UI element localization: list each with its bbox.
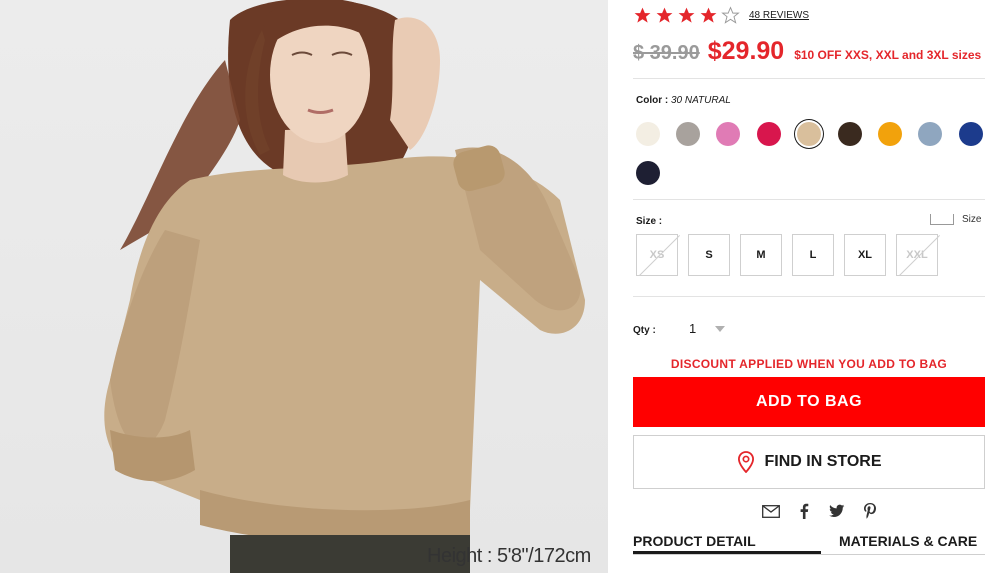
divider — [633, 296, 985, 297]
selected-color-value: 30 NATURAL — [671, 95, 731, 106]
share-icons — [761, 502, 893, 520]
product-info-panel: 48 REVIEWS $ 39.90 $29.90 $10 OFF XXS, X… — [633, 0, 985, 573]
size-option-xs[interactable]: XS — [636, 234, 678, 276]
price-row: $ 39.90 $29.90 $10 OFF XXS, XXL and 3XL … — [633, 37, 985, 66]
twitter-icon[interactable] — [827, 502, 847, 520]
tab-materials-care[interactable]: MATERIALS & CARE — [839, 533, 977, 549]
size-option-xxl[interactable]: XXL — [896, 234, 938, 276]
pinterest-icon[interactable] — [860, 502, 880, 520]
original-price: $ 39.90 — [633, 42, 700, 64]
email-icon[interactable] — [761, 502, 781, 520]
swatch-gray[interactable] — [676, 122, 700, 146]
star-filled-icon — [655, 6, 674, 25]
swatch-red[interactable] — [757, 122, 781, 146]
size-label: Size : — [636, 216, 663, 227]
star-filled-icon — [633, 6, 652, 25]
product-tabs: PRODUCT DETAIL MATERIALS & CARE — [633, 533, 985, 555]
divider — [633, 78, 985, 79]
divider — [633, 199, 985, 200]
location-pin-icon — [738, 451, 755, 473]
swatch-pink[interactable] — [716, 122, 740, 146]
model-height-caption: Height : 5'8"/172cm — [427, 545, 591, 567]
discount-note: DISCOUNT APPLIED WHEN YOU ADD TO BAG — [670, 357, 948, 371]
chevron-down-icon[interactable] — [715, 326, 725, 332]
size-option-xl[interactable]: XL — [844, 234, 886, 276]
color-label: Color : 30 NATURAL — [636, 95, 731, 106]
find-in-store-button[interactable]: FIND IN STORE — [633, 435, 985, 489]
quantity-select[interactable]: 1 — [689, 321, 696, 336]
swatch-yellow[interactable] — [878, 122, 902, 146]
product-image[interactable]: Height : 5'8"/172cm — [0, 0, 608, 573]
swatch-navy[interactable] — [959, 122, 983, 146]
find-in-store-label: FIND IN STORE — [764, 453, 882, 470]
tab-underline — [633, 554, 985, 555]
swatch-blue-gray[interactable] — [918, 122, 942, 146]
size-option-l[interactable]: L — [792, 234, 834, 276]
quantity-label: Qty : — [633, 325, 656, 336]
sale-price: $29.90 — [707, 37, 785, 65]
size-option-s[interactable]: S — [688, 234, 730, 276]
swatch-dark-brown[interactable] — [838, 122, 862, 146]
size-guide-link[interactable]: Size — [930, 214, 981, 225]
facebook-icon[interactable] — [794, 502, 814, 520]
size-options: XS S M L XL XXL — [636, 234, 948, 276]
size-option-m[interactable]: M — [740, 234, 782, 276]
add-to-bag-button[interactable]: ADD TO BAG — [633, 377, 985, 427]
swatch-dark-navy[interactable] — [636, 161, 660, 185]
swatch-off-white[interactable] — [636, 122, 660, 146]
model-illustration — [104, 0, 586, 573]
rating-row: 48 REVIEWS — [633, 5, 809, 25]
reviews-link[interactable]: 48 REVIEWS — [749, 10, 809, 21]
swatch-natural[interactable] — [797, 122, 821, 146]
star-filled-icon — [699, 6, 718, 25]
ruler-icon — [930, 214, 954, 225]
star-empty-icon — [721, 5, 740, 25]
promo-text: $10 OFF XXS, XXL and 3XL sizes only — [794, 48, 985, 62]
tab-product-detail[interactable]: PRODUCT DETAIL — [633, 533, 821, 554]
star-filled-icon — [677, 6, 696, 25]
